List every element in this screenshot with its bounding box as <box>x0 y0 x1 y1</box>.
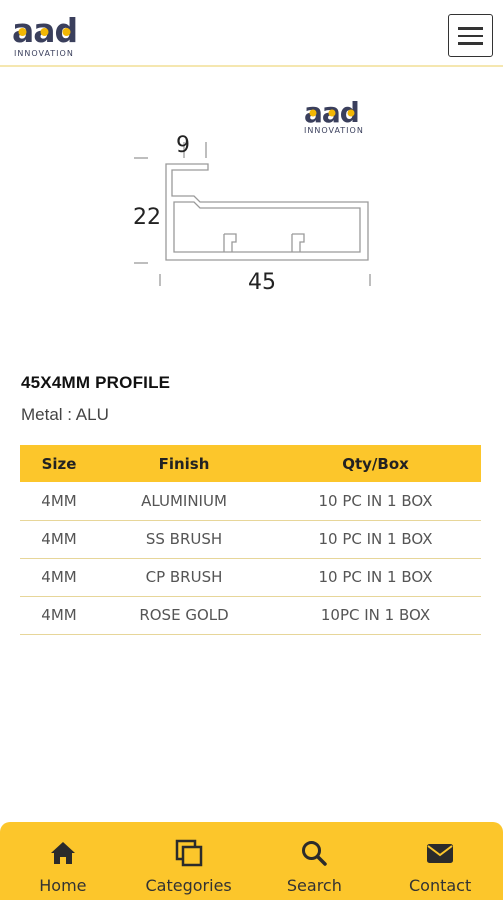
cell-qty: 10 PC IN 1 BOX <box>270 482 481 521</box>
cell-size: 4MM <box>20 596 98 635</box>
cell-size: 4MM <box>20 558 98 597</box>
hamburger-menu-icon[interactable] <box>448 14 493 57</box>
svg-text:INNOVATION: INNOVATION <box>304 126 364 135</box>
app-header: aad INNOVATION <box>0 0 503 67</box>
nav-label-home: Home <box>39 876 87 895</box>
nav-label-contact: Contact <box>409 876 472 895</box>
cell-finish: ROSE GOLD <box>98 596 270 635</box>
product-image: aad INNOVATION 9 22 45 <box>133 96 371 295</box>
column-header-qty: Qty/Box <box>270 445 481 482</box>
cell-finish: CP BRUSH <box>98 558 270 597</box>
dimension-left: 22 <box>133 205 161 230</box>
nav-label-categories: Categories <box>145 876 232 895</box>
product-title: 45X4MM PROFILE <box>21 373 171 392</box>
logo-subtext: INNOVATION <box>14 49 74 58</box>
cell-size: 4MM <box>20 520 98 559</box>
table-row: 4MM ALUMINIUM 10 PC IN 1 BOX <box>20 482 481 521</box>
profile-drawing <box>134 142 371 286</box>
nav-item-contact[interactable]: Contact <box>377 822 503 900</box>
cell-qty: 10PC IN 1 BOX <box>270 596 481 635</box>
table-header-row: Size Finish Qty/Box <box>20 445 481 482</box>
cell-finish: ALUMINIUM <box>98 482 270 521</box>
product-image-logo: aad INNOVATION <box>304 96 364 135</box>
cell-size: 4MM <box>20 482 98 521</box>
search-icon <box>302 841 328 866</box>
column-header-finish: Finish <box>98 445 270 482</box>
nav-item-search[interactable]: Search <box>252 822 378 900</box>
aad-logo[interactable]: aad INNOVATION <box>12 12 86 58</box>
dimension-bottom: 45 <box>248 270 276 295</box>
bottom-nav: Home Categories Search Contact <box>0 822 503 900</box>
table-row: 4MM SS BRUSH 10 PC IN 1 BOX <box>20 520 481 559</box>
nav-item-categories[interactable]: Categories <box>126 822 252 900</box>
cell-qty: 10 PC IN 1 BOX <box>270 520 481 559</box>
home-icon <box>50 842 75 864</box>
table-row: 4MM CP BRUSH 10 PC IN 1 BOX <box>20 558 481 597</box>
categories-icon <box>175 839 202 867</box>
dimension-top: 9 <box>176 133 190 158</box>
envelope-icon <box>427 844 454 863</box>
nav-label-search: Search <box>286 876 342 895</box>
cell-finish: SS BRUSH <box>98 520 270 559</box>
nav-item-home[interactable]: Home <box>0 822 126 900</box>
product-metal: Metal : ALU <box>21 405 109 424</box>
cell-qty: 10 PC IN 1 BOX <box>270 558 481 597</box>
spec-table: Size Finish Qty/Box 4MM ALUMINIUM 10 PC … <box>20 445 481 635</box>
column-header-size: Size <box>20 445 98 482</box>
table-row: 4MM ROSE GOLD 10PC IN 1 BOX <box>20 596 481 635</box>
